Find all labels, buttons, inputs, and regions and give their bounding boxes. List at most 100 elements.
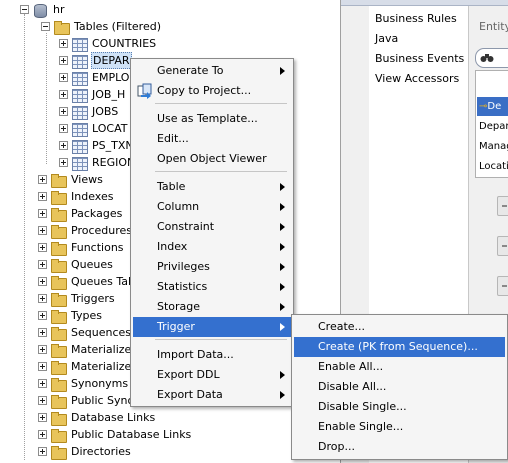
- tree-guide-line: [46, 33, 47, 164]
- menu-item-constraint[interactable]: Constraint: [133, 217, 291, 237]
- tree-node-table[interactable]: PS_TXN: [59, 137, 135, 154]
- tree-node-database-links[interactable]: Database Links: [38, 409, 156, 426]
- tree-node-materialized-view-logs[interactable]: Materialize: [38, 358, 132, 375]
- expand-toggle[interactable]: [38, 192, 47, 201]
- menu-item-label: Trigger: [157, 320, 195, 333]
- nav-item-view-accessors[interactable]: View Accessors: [375, 70, 459, 88]
- expand-toggle[interactable]: [38, 311, 47, 320]
- tree-node-queues-tables[interactable]: Queues Tal: [38, 273, 132, 290]
- submenu-item-create[interactable]: Create...: [294, 317, 505, 337]
- tree-node-synonyms[interactable]: Synonyms: [38, 375, 129, 392]
- tree-node-views[interactable]: Views: [38, 171, 104, 188]
- side-button[interactable]: [497, 236, 508, 256]
- menu-item-generate-to[interactable]: Generate To: [133, 61, 291, 81]
- side-button[interactable]: [497, 276, 508, 296]
- tree-node-table[interactable]: EMPLO: [59, 69, 130, 86]
- expand-toggle[interactable]: [38, 226, 47, 235]
- tree-node-directories[interactable]: Directories: [38, 443, 132, 460]
- tree-node-public-synonyms[interactable]: Public Syno: [38, 392, 135, 409]
- menu-item-column[interactable]: Column: [133, 197, 291, 217]
- submenu-arrow-icon: [280, 183, 285, 191]
- list-item[interactable]: Depart: [477, 117, 508, 136]
- menu-item-import-data[interactable]: Import Data...: [133, 345, 291, 365]
- tree-node-packages[interactable]: Packages: [38, 205, 123, 222]
- tree-node-table[interactable]: COUNTRIES: [59, 35, 157, 52]
- tree-node-table[interactable]: REGION: [59, 154, 136, 171]
- menu-item-table[interactable]: Table: [133, 177, 291, 197]
- submenu-item-enable-all[interactable]: Enable All...: [294, 357, 505, 377]
- nav-item-java[interactable]: Java: [375, 30, 398, 48]
- menu-item-privileges[interactable]: Privileges: [133, 257, 291, 277]
- tree-node-label: Tables (Filtered): [74, 20, 162, 33]
- expand-toggle[interactable]: [38, 294, 47, 303]
- list-item[interactable]: Locatio: [477, 157, 508, 176]
- menu-item-use-as-template[interactable]: Use as Template...: [133, 109, 291, 129]
- menu-separator: [155, 103, 287, 104]
- tree-node-sequences[interactable]: Sequences: [38, 324, 132, 341]
- tree-node-table[interactable]: LOCAT: [59, 120, 128, 137]
- submenu-item-drop[interactable]: Drop...: [294, 437, 505, 457]
- tree-node-types[interactable]: Types: [38, 307, 103, 324]
- tree-node-materialized-views[interactable]: Materialize: [38, 341, 132, 358]
- submenu-item-enable-single[interactable]: Enable Single...: [294, 417, 505, 437]
- tree-node-functions[interactable]: Functions: [38, 239, 125, 256]
- tree-node-label: Public Syno: [71, 394, 135, 407]
- expand-toggle[interactable]: [59, 39, 68, 48]
- expand-toggle[interactable]: [38, 379, 47, 388]
- submenu-arrow-icon: [280, 243, 285, 251]
- expand-toggle[interactable]: [59, 107, 68, 116]
- expand-toggle[interactable]: [59, 141, 68, 150]
- side-button[interactable]: [497, 196, 508, 216]
- expand-toggle[interactable]: [38, 243, 47, 252]
- expand-toggle[interactable]: [59, 73, 68, 82]
- submenu-item-disable-single[interactable]: Disable Single...: [294, 397, 505, 417]
- menu-item-trigger[interactable]: Trigger: [133, 317, 291, 337]
- expand-toggle[interactable]: [59, 56, 68, 65]
- menu-item-copy-to-project[interactable]: Copy to Project...: [133, 81, 291, 101]
- expand-toggle[interactable]: [59, 124, 68, 133]
- expand-toggle[interactable]: [38, 413, 47, 422]
- tree-node-table[interactable]: DEPAR: [59, 52, 132, 69]
- list-item[interactable]: Manag: [477, 137, 508, 156]
- expand-toggle[interactable]: [38, 328, 47, 337]
- expand-toggle[interactable]: [38, 362, 47, 371]
- submenu-item-create-pk-from-sequence[interactable]: Create (PK from Sequence)...: [294, 337, 505, 357]
- nav-item-business-events[interactable]: Business Events: [375, 50, 464, 68]
- collapse-toggle[interactable]: [41, 22, 50, 31]
- expand-toggle[interactable]: [38, 175, 47, 184]
- tree-node-procedures[interactable]: Procedures: [38, 222, 133, 239]
- collapse-toggle[interactable]: [20, 5, 29, 14]
- tree-node-triggers[interactable]: Triggers: [38, 290, 116, 307]
- expand-toggle[interactable]: [38, 277, 47, 286]
- tree-node-indexes[interactable]: Indexes: [38, 188, 114, 205]
- tree-node-queues[interactable]: Queues: [38, 256, 114, 273]
- expand-toggle[interactable]: [38, 260, 47, 269]
- tree-node-label: Functions: [71, 241, 124, 254]
- expand-toggle[interactable]: [38, 209, 47, 218]
- expand-toggle[interactable]: [59, 158, 68, 167]
- menu-item-statistics[interactable]: Statistics: [133, 277, 291, 297]
- menu-item-label: Copy to Project...: [157, 84, 252, 97]
- tree-node-tables-filtered[interactable]: Tables (Filtered): [41, 18, 162, 35]
- menu-item-export-data[interactable]: Export Data: [133, 385, 291, 405]
- menu-item-edit[interactable]: Edit...: [133, 129, 291, 149]
- expand-toggle[interactable]: [38, 396, 47, 405]
- search-field[interactable]: [475, 48, 508, 68]
- tree-node-table[interactable]: JOB_H: [59, 86, 126, 103]
- list-item-selected[interactable]: ⊸De: [477, 97, 508, 116]
- expand-toggle[interactable]: [38, 345, 47, 354]
- menu-item-export-ddl[interactable]: Export DDL: [133, 365, 291, 385]
- menu-item-open-object-viewer[interactable]: Open Object Viewer: [133, 149, 291, 169]
- tree-node-connection-hr[interactable]: hr: [20, 1, 66, 18]
- submenu-item-disable-all[interactable]: Disable All...: [294, 377, 505, 397]
- expand-toggle[interactable]: [38, 447, 47, 456]
- expand-toggle[interactable]: [38, 430, 47, 439]
- tree-node-table[interactable]: JOBS: [59, 103, 119, 120]
- menu-item-index[interactable]: Index: [133, 237, 291, 257]
- folder-icon: [50, 258, 67, 273]
- tree-node-label: Materialize: [71, 343, 132, 356]
- nav-item-business-rules[interactable]: Business Rules: [375, 10, 457, 28]
- expand-toggle[interactable]: [59, 90, 68, 99]
- tree-node-public-database-links[interactable]: Public Database Links: [38, 426, 192, 443]
- menu-item-storage[interactable]: Storage: [133, 297, 291, 317]
